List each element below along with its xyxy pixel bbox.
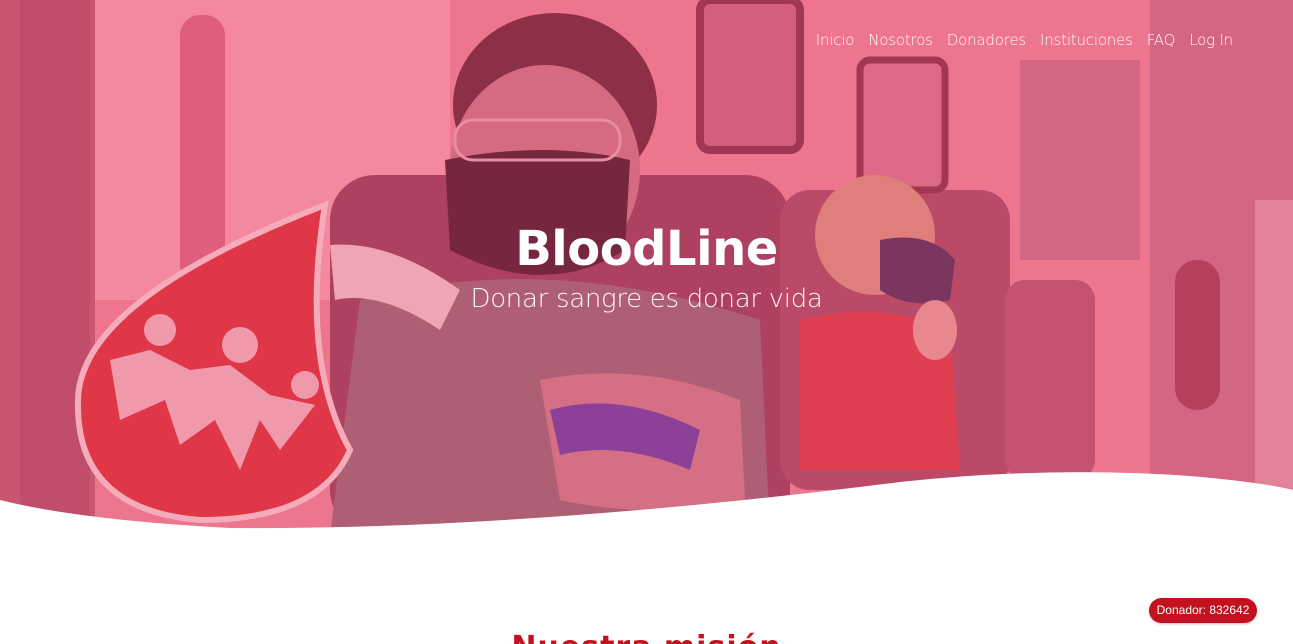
hero-section: Inicio Nosotros Donadores Instituciones …: [0, 0, 1293, 535]
main-nav: Inicio Nosotros Donadores Instituciones …: [802, 31, 1233, 49]
nav-link-donadores[interactable]: Donadores: [947, 31, 1026, 49]
nav-link-faq[interactable]: FAQ: [1147, 31, 1176, 49]
nav-link-instituciones[interactable]: Instituciones: [1040, 31, 1133, 49]
nav-link-inicio[interactable]: Inicio: [816, 31, 855, 49]
nav-link-login[interactable]: Log In: [1189, 31, 1233, 49]
page: Inicio Nosotros Donadores Instituciones …: [0, 0, 1293, 644]
hero-tagline: Donar sangre es donar vida: [470, 284, 823, 314]
donor-id-badge[interactable]: Donador: 832642: [1149, 598, 1257, 623]
hero-title-block: BloodLine Donar sangre es donar vida: [0, 218, 1293, 314]
nav-link-nosotros[interactable]: Nosotros: [868, 31, 933, 49]
section-heading: Nuestra misión: [0, 630, 1293, 644]
brand-title: BloodLine: [515, 221, 778, 277]
